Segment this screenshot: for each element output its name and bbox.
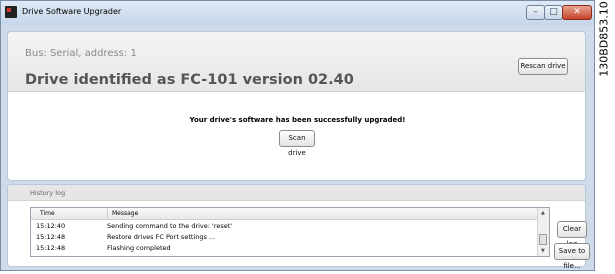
scrollbar-thumb[interactable] <box>539 234 547 245</box>
column-divider[interactable] <box>107 208 108 219</box>
history-log-list[interactable]: Time Message 15:12:40 Sending command to… <box>30 207 550 257</box>
bus-info: Bus: Serial, address: 1 <box>25 48 137 59</box>
log-message: Flashing completed <box>107 244 171 252</box>
scroll-down-icon[interactable]: ▼ <box>541 248 545 254</box>
window-title: Drive Software Upgrader <box>22 7 122 16</box>
drive-panel-header: Bus: Serial, address: 1 Drive identified… <box>8 32 585 92</box>
rescan-drive-button[interactable]: Rescan drive <box>518 58 568 75</box>
minimize-button[interactable]: – <box>526 5 545 20</box>
log-row[interactable]: 15:12:48 Restore drives FC Port settings… <box>31 232 539 242</box>
log-scrollbar[interactable]: ▲ ▼ <box>537 208 549 256</box>
scroll-up-icon[interactable]: ▲ <box>541 210 545 216</box>
drive-identified-title: Drive identified as FC-101 version 02.40 <box>25 72 354 88</box>
scan-drive-button[interactable]: Scan drive <box>279 130 315 157</box>
clear-log-button[interactable]: Clear log <box>557 221 587 248</box>
column-header-time[interactable]: Time <box>40 210 55 217</box>
log-time: 15:12:40 <box>36 222 66 230</box>
history-log-label: History log <box>30 189 66 197</box>
save-to-file-button[interactable]: Save to file... <box>554 243 590 270</box>
maximize-button[interactable]: □ <box>544 5 563 20</box>
log-row[interactable]: 15:12:48 Flashing completed <box>31 243 539 253</box>
log-time: 15:12:48 <box>36 244 66 252</box>
title-bar: Drive Software Upgrader – □ ✕ <box>1 1 594 25</box>
app-icon <box>5 6 17 18</box>
log-time: 15:12:48 <box>36 233 66 241</box>
log-message: Restore drives FC Port settings ... <box>107 233 216 241</box>
upgrade-status-message: Your drive's software has been successfu… <box>189 116 406 124</box>
log-column-header: Time Message <box>31 208 539 220</box>
close-button[interactable]: ✕ <box>562 5 592 20</box>
history-panel-header <box>8 185 585 201</box>
log-message: Sending command to the drive: 'reset' <box>107 222 233 230</box>
figure-reference-code: 130BD853.10 <box>594 1 614 77</box>
figure-reference-text: 130BD853.10 <box>597 1 611 77</box>
column-header-message[interactable]: Message <box>112 210 138 217</box>
log-row[interactable]: 15:12:40 Sending command to the drive: '… <box>31 221 539 231</box>
